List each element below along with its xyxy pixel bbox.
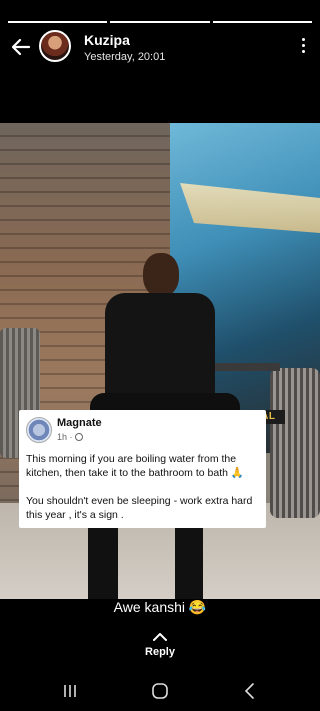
story-progress-segment	[110, 21, 210, 23]
back-arrow-icon[interactable]	[10, 36, 32, 58]
globe-icon	[74, 433, 83, 441]
story-progress-bar	[8, 21, 312, 23]
home-icon[interactable]	[150, 681, 170, 701]
story-progress-segment	[212, 21, 312, 23]
chair-right	[270, 368, 320, 518]
system-navbar	[0, 671, 320, 711]
poster-name[interactable]: Kuzipa	[84, 32, 130, 48]
card-avatar	[26, 417, 52, 443]
back-icon[interactable]	[240, 681, 260, 701]
card-timestamp: 1h ·	[57, 432, 83, 442]
reply-button[interactable]: Reply	[0, 633, 320, 658]
card-timestamp-text: 1h ·	[57, 432, 73, 442]
embedded-post-card: Magnate 1h · This morning if you are boi…	[19, 410, 266, 528]
more-options-icon[interactable]	[300, 38, 306, 56]
story-progress-segment	[8, 21, 108, 23]
avatar[interactable]	[39, 30, 71, 62]
story-caption: Awe kanshi 😂	[113, 599, 207, 615]
card-paragraph: This morning if you are boiling water fr…	[26, 453, 244, 479]
card-author: Magnate	[57, 417, 102, 429]
card-paragraph: You shouldn't even be sleeping - work ex…	[26, 495, 253, 521]
post-timestamp: Yesterday, 20:01	[84, 51, 166, 63]
story-header: Kuzipa Yesterday, 20:01	[0, 28, 320, 68]
chevron-up-icon	[153, 633, 167, 641]
recent-apps-icon[interactable]	[60, 681, 80, 701]
reply-label: Reply	[145, 646, 175, 658]
